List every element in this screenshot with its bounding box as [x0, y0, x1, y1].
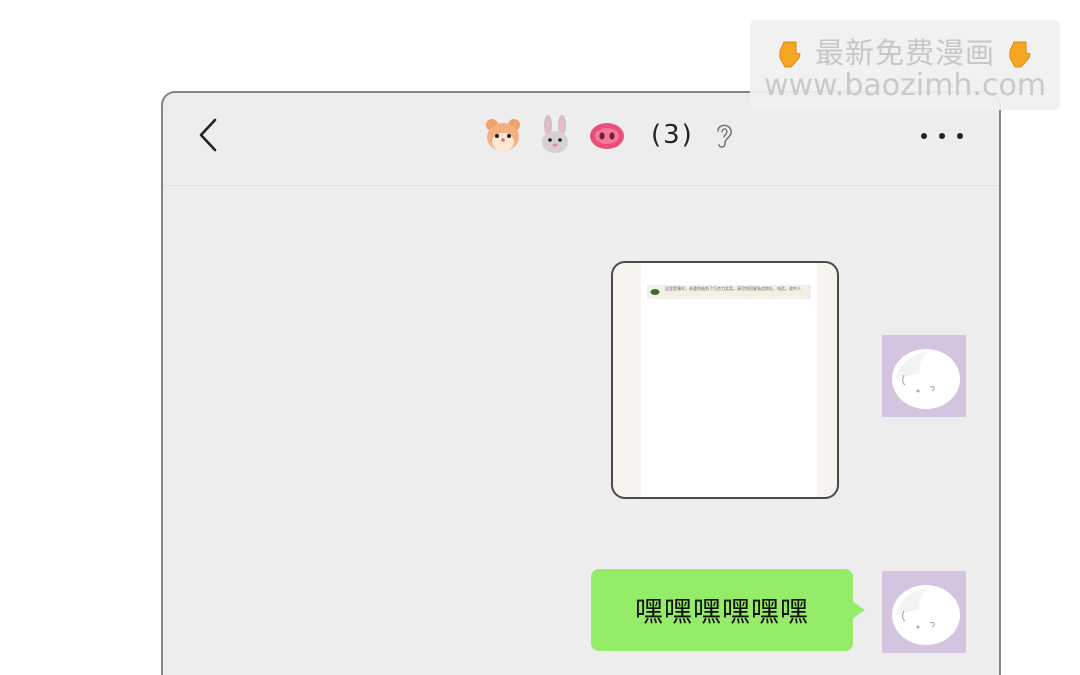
ghost-face-icon [892, 585, 960, 645]
ear-icon [717, 124, 732, 148]
image-screenshot: 这里是薄木。恭喜你抽到了巧克力奖奖。请尽快回复私信地址，电话，收件人 [641, 263, 817, 497]
chat-title[interactable]: (3) [483, 113, 736, 157]
hamster-face-icon [486, 119, 520, 151]
watermark: 最新免费漫画 www.baozimh.com [750, 20, 1060, 110]
dot [957, 133, 963, 139]
more-dots-icon[interactable] [921, 131, 963, 141]
dot [939, 133, 945, 139]
leaf-avatar-icon [650, 289, 660, 295]
page: 最新免费漫画 www.baozimh.com (3) 这里是薄木。恭喜你抽到了巧… [0, 0, 1080, 675]
watermark-title-row: 最新免费漫画 [750, 30, 1060, 72]
image-inner-bubble: 这里是薄木。恭喜你抽到了巧克力奖奖。请尽快回复私信地址，电话，收件人 [647, 285, 811, 299]
chevron-left-icon[interactable] [195, 115, 225, 155]
image-inner-text: 这里是薄木。恭喜你抽到了巧克力奖奖。请尽快回复私信地址，电话，收件人 [665, 286, 801, 291]
ghost-face-icon [892, 349, 960, 409]
avatar[interactable] [882, 335, 966, 417]
dot [921, 133, 927, 139]
avatar[interactable] [882, 571, 966, 653]
chat-window: (3) 这里是薄木。恭喜你抽到了巧克力奖奖。请尽快回复私信地址，电话，收件人 嘿… [161, 91, 1001, 675]
watermark-url: www.baozimh.com [763, 68, 1047, 103]
watermark-title: 最新免费漫画 [814, 36, 995, 70]
member-count: (3) [651, 120, 694, 150]
pig-nose-icon [590, 123, 624, 149]
rabbit-face-icon [542, 115, 568, 153]
pointing-down-hand-icon [779, 41, 801, 68]
pointing-down-hand-icon [1009, 41, 1031, 68]
message-text: 嘿嘿嘿嘿嘿嘿 [634, 595, 809, 628]
image-message[interactable]: 这里是薄木。恭喜你抽到了巧克力奖奖。请尽快回复私信地址，电话，收件人 [611, 261, 839, 499]
text-message-bubble[interactable]: 嘿嘿嘿嘿嘿嘿 [591, 569, 865, 651]
